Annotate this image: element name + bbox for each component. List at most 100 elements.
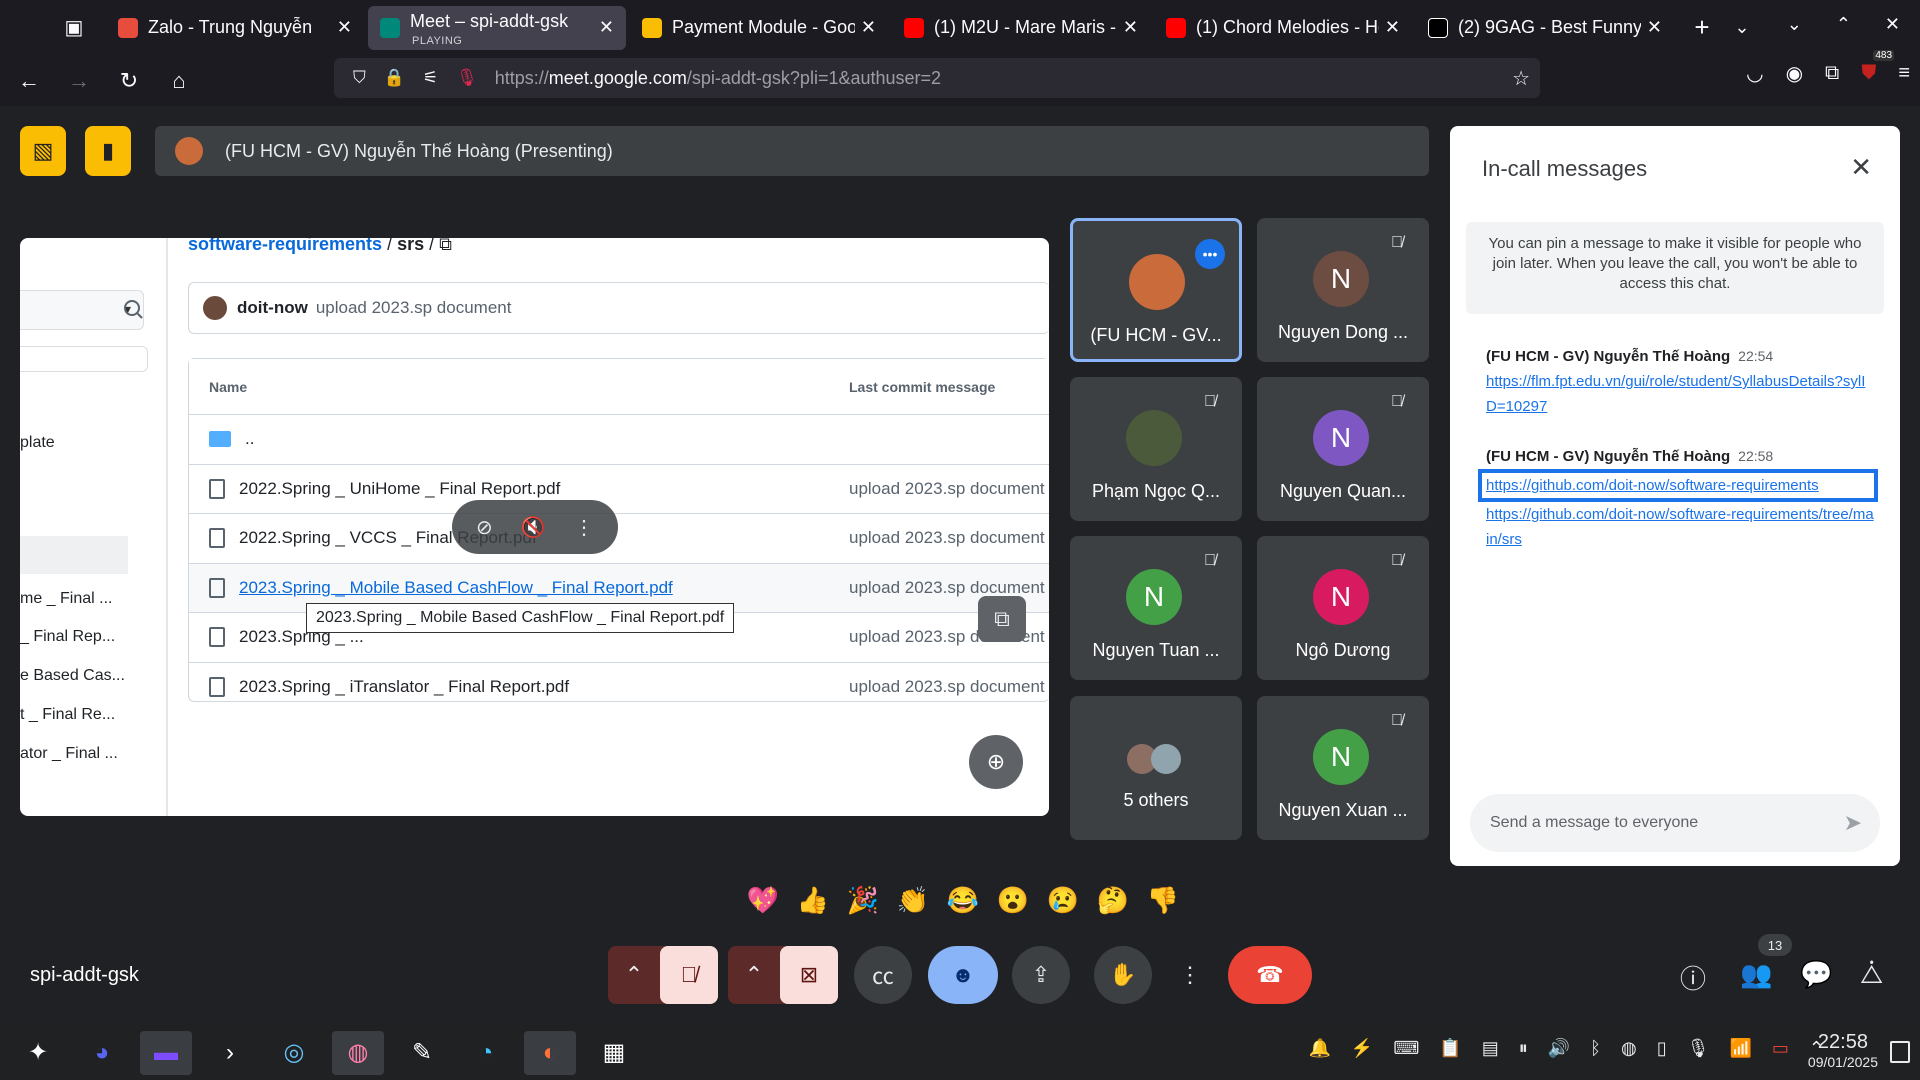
reaction-surprised[interactable]: 😮	[997, 885, 1029, 916]
tree-item[interactable]: me _ Final ...	[20, 590, 112, 608]
reaction-heart[interactable]: 💖	[747, 885, 779, 916]
terminal-icon[interactable]: ›	[204, 1031, 256, 1075]
chat-link[interactable]: https://flm.fpt.edu.vn/gui/role/student/…	[1486, 369, 1876, 419]
mute-speaker-icon[interactable]: 🔇	[521, 515, 546, 540]
participant-tile[interactable]: N 🎙̸ Nguyen Dong ...	[1257, 218, 1429, 362]
tab-zalo[interactable]: Zalo - Trung Nguyễn ✕	[106, 6, 364, 50]
participant-tile[interactable]: N 🎙̸ Nguyen Xuan ...	[1257, 696, 1429, 840]
bluetooth-icon[interactable]: ᛒ	[1590, 1038, 1601, 1059]
lock-icon[interactable]: 🔒	[384, 68, 405, 88]
tree-item[interactable]: e Based Cas...	[20, 667, 125, 685]
launcher-icon[interactable]: ✦	[12, 1031, 64, 1075]
tab-9gag[interactable]: (2) 9GAG - Best Funny M ✕	[1416, 6, 1674, 50]
file-manager-icon[interactable]: ▬	[140, 1030, 192, 1075]
reaction-sad[interactable]: 😢	[1047, 885, 1079, 916]
pin-off-icon[interactable]: ⊘	[476, 515, 493, 540]
layout-icon[interactable]: ▤	[1482, 1038, 1499, 1059]
close-window-icon[interactable]: ✕	[1885, 14, 1900, 35]
close-tab-icon[interactable]: ✕	[1123, 17, 1138, 38]
ublock-icon[interactable]: ⛊ 483	[1861, 50, 1895, 85]
table-row[interactable]: ..	[189, 415, 1049, 465]
chat-icon[interactable]: 💬	[1800, 959, 1832, 990]
system-monitor-icon[interactable]: ▦	[588, 1031, 640, 1075]
close-icon[interactable]: ✕	[1850, 152, 1872, 183]
new-tab-icon[interactable]: +	[1682, 12, 1722, 43]
participant-tile[interactable]: N 🎙̸ Ngô Dương	[1257, 536, 1429, 680]
notifications-icon[interactable]: 🔔	[1308, 1038, 1330, 1059]
chat-input[interactable]: Send a message to everyone ➤	[1470, 794, 1880, 852]
search-icon[interactable]	[114, 290, 152, 330]
clipboard-icon[interactable]: 📋	[1439, 1038, 1461, 1059]
more-options-icon[interactable]: ⋮	[574, 515, 594, 540]
tab-payment[interactable]: Payment Module - Goog ✕	[630, 6, 888, 50]
reaction-party[interactable]: 🎉	[847, 885, 879, 916]
tree-item[interactable]: _ Final Rep...	[20, 628, 115, 646]
close-tab-icon[interactable]: ✕	[599, 17, 614, 38]
color-picker-icon[interactable]: ◍	[332, 1030, 384, 1075]
wifi-icon[interactable]: 📶	[1729, 1038, 1751, 1059]
meeting-info-icon[interactable]: ⓘ	[1680, 959, 1706, 996]
breadcrumb-link[interactable]: software-requirements	[188, 238, 382, 254]
discord-icon[interactable]: ◕	[76, 1031, 128, 1075]
forward-icon[interactable]: →	[58, 62, 100, 100]
filter-input[interactable]	[20, 346, 148, 372]
list-tabs-icon[interactable]: ⌄	[1722, 17, 1762, 38]
chat-link-selected[interactable]: https://github.com/doit-now/software-req…	[1478, 469, 1878, 502]
participant-tile[interactable]: N 🎙̸ Nguyen Quan...	[1257, 377, 1429, 521]
reaction-thumbs-up[interactable]: 👍	[797, 885, 829, 916]
account-icon[interactable]: ◉	[1786, 61, 1803, 86]
participant-tile[interactable]: ••• (FU HCM - GV...	[1070, 218, 1242, 362]
tab-manager-icon[interactable]: ▣	[46, 8, 102, 48]
reaction-thinking[interactable]: 🤔	[1097, 885, 1129, 916]
mic-off-icon[interactable]: 🎙̸	[660, 946, 718, 1004]
tab-meet[interactable]: Meet – spi-addt-gsk PLAYING ✕	[368, 5, 626, 50]
back-icon[interactable]: ←	[8, 62, 50, 100]
people-icon[interactable]: 👥	[1740, 959, 1772, 990]
tree-item[interactable]: t _ Final Re...	[20, 706, 115, 724]
reaction-laugh[interactable]: 😂	[947, 885, 979, 916]
close-tab-icon[interactable]: ✕	[337, 17, 352, 38]
firefox-icon[interactable]: ◐	[524, 1030, 576, 1075]
menu-icon[interactable]: ≡	[1898, 62, 1910, 85]
participant-tile[interactable]: N 🎙̸ Nguyen Tuan ...	[1070, 536, 1242, 680]
extensions-icon[interactable]: ⧉	[1825, 62, 1839, 85]
microphone-icon[interactable]: 🎙	[1687, 1038, 1710, 1059]
reload-icon[interactable]: ↻	[108, 62, 150, 100]
close-tab-icon[interactable]: ✕	[1647, 17, 1662, 38]
more-options-icon[interactable]: ⋮	[1166, 946, 1214, 1004]
picture-in-picture-icon[interactable]: ⧉	[978, 596, 1026, 642]
captions-icon[interactable]: ㏄	[854, 946, 912, 1004]
tree-item[interactable]: ator _ Final ...	[20, 745, 118, 763]
shield-icon[interactable]: ⛉	[353, 68, 366, 88]
media-icon[interactable]: ⏸	[1519, 1038, 1528, 1059]
battery-status-icon[interactable]: ▭	[1772, 1038, 1789, 1059]
pocket-icon[interactable]: ◡	[1746, 61, 1763, 86]
minimize-icon[interactable]: ⌄	[1787, 14, 1802, 35]
bookmark-star-icon[interactable]: ☆	[1512, 66, 1530, 91]
audio-options-icon[interactable]: ⌃	[608, 962, 660, 988]
stop-presenting-icon[interactable]: ▧	[20, 126, 66, 176]
network-app-icon[interactable]: ◔	[460, 1031, 512, 1075]
tab-m2u[interactable]: (1) M2U - Mare Maris - Y ✕	[892, 6, 1150, 50]
document-icon[interactable]: ✎	[396, 1031, 448, 1075]
shared-screen[interactable]: plate me _ Final ... _ Final Rep... e Ba…	[20, 238, 1049, 816]
leave-call-icon[interactable]: ☎	[1228, 946, 1312, 1004]
activities-icon[interactable]: ⧊	[1860, 959, 1883, 991]
participant-tile[interactable]: 🎙̸ Phạm Ngọc Q...	[1070, 377, 1242, 521]
layout-icon[interactable]: ▮	[85, 126, 131, 176]
keyboard-icon[interactable]: ⌨	[1393, 1038, 1419, 1059]
zoom-icon[interactable]: ⊕	[969, 735, 1023, 789]
input-method-icon[interactable]: ⚡	[1351, 1038, 1373, 1059]
commit-message[interactable]: upload 2023.sp document	[316, 298, 512, 318]
home-icon[interactable]: ⌂	[158, 62, 200, 100]
others-tile[interactable]: 5 others	[1070, 696, 1242, 840]
chat-link[interactable]: https://github.com/doit-now/software-req…	[1486, 502, 1876, 552]
close-tab-icon[interactable]: ✕	[861, 17, 876, 38]
table-row[interactable]: 2022.Spring _ UniHome _ Final Report.pdf…	[189, 465, 1049, 514]
tree-item[interactable]: plate	[20, 434, 55, 452]
reaction-thumbs-down[interactable]: 👎	[1147, 885, 1179, 916]
permissions-icon[interactable]: ⚟	[423, 68, 438, 88]
tab-chord[interactable]: (1) Chord Melodies - Ho ✕	[1154, 6, 1412, 50]
steam-icon[interactable]: ◎	[268, 1031, 320, 1075]
table-row[interactable]: 2023.Spring _ iTranslator _ Final Report…	[189, 663, 1049, 713]
